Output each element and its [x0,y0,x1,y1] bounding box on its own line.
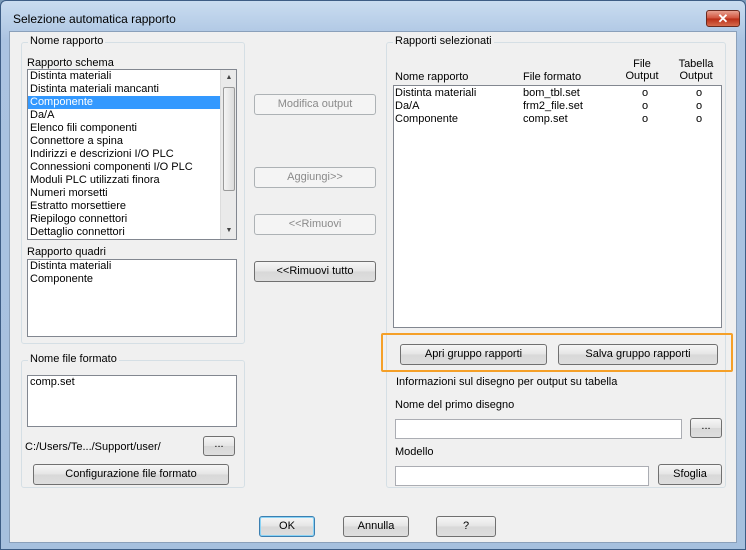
add-button[interactable]: Aggiungi>> [254,167,376,188]
cancel-button[interactable]: Annulla [343,516,409,537]
quadri-report-list[interactable]: Distinta materiali Componente [27,259,237,337]
quadri-report-label: Rapporto quadri [27,246,106,258]
list-item[interactable]: Connessioni componenti I/O PLC [28,161,220,174]
list-item[interactable]: Distinta materiali [28,260,236,273]
list-item[interactable]: Distinta materiali mancanti [28,83,220,96]
report-name-cell: Da/A [395,100,420,112]
template-input[interactable] [395,466,649,486]
list-item[interactable]: Numeri morsetti [28,187,220,200]
column-header-file-output[interactable]: File Output [618,58,666,82]
dialog-client: Nome rapporto Rapporto schema Distinta m… [9,31,737,543]
column-header-report-name[interactable]: Nome rapporto [395,71,468,83]
remove-all-button[interactable]: <<Rimuovi tutto [254,261,376,282]
column-header-table-output[interactable]: Tabella Output [672,58,720,82]
drawing-info-title: Informazioni sul disegno per output su t… [394,376,620,388]
help-button[interactable]: ? [436,516,496,537]
table-row[interactable]: Componente comp.set o o [394,113,721,126]
file-output-cell: o [642,87,649,99]
list-item[interactable]: Riepilogo connettori [28,213,220,226]
sfoglia-button[interactable]: Sfoglia [658,464,722,485]
table-row[interactable]: Distinta materiali bom_tbl.set o o [394,87,721,100]
list-item[interactable]: Distinta materiali [28,70,220,83]
first-drawing-label: Nome del primo disegno [395,399,515,411]
modify-output-button[interactable]: Modifica output [254,94,376,115]
title-bar[interactable]: Selezione automatica rapporto ✕ [1,1,745,31]
format-path-label: C:/Users/Te.../Support/user/ [25,441,161,453]
list-item[interactable]: Connettore a spina [28,135,220,148]
list-item[interactable]: Estratto morsettiere [28,200,220,213]
table-output-header-line1: Tabella [678,58,714,70]
dialog-window: Selezione automatica rapporto ✕ Nome rap… [0,0,746,550]
list-item[interactable]: Componente [28,273,236,286]
scroll-up-arrow-icon[interactable]: ▲ [221,70,236,86]
format-file-cell: frm2_file.set [523,100,583,112]
format-browse-button[interactable]: ... [203,436,235,456]
report-name-cell: Distinta materiali [395,87,477,99]
window-title: Selezione automatica rapporto [13,12,176,26]
close-button[interactable]: ✕ [706,10,740,27]
table-output-cell: o [696,87,703,99]
list-item[interactable]: Da/A [28,109,220,122]
file-output-cell: o [642,100,649,112]
file-output-header-line2: Output [625,70,659,82]
template-label: Modello [395,446,434,458]
list-item[interactable]: Indirizzi e descrizioni I/O PLC [28,148,220,161]
scroll-thumb[interactable] [223,87,235,191]
list-item[interactable]: Componente [28,96,220,109]
format-file-items: comp.set [28,376,236,389]
column-header-format-file[interactable]: File formato [523,71,581,83]
format-file-group-title: Nome file formato [28,353,119,365]
file-output-cell: o [642,113,649,125]
schema-report-items: Distinta materiali Distinta materiali man… [28,70,220,239]
list-item[interactable]: Elenco fili componenti [28,122,220,135]
selected-reports-list[interactable]: Distinta materiali bom_tbl.set o o Da/A frm2_… [393,85,722,328]
first-drawing-browse-button[interactable]: ... [690,418,722,438]
quadri-report-items: Distinta materiali Componente [28,260,236,286]
report-name-cell: Componente [395,113,458,125]
format-file-cell: bom_tbl.set [523,87,580,99]
table-output-cell: o [696,100,703,112]
schema-report-label: Rapporto schema [27,57,114,69]
open-report-group-button[interactable]: Apri gruppo rapporti [400,344,547,365]
format-file-list[interactable]: comp.set [27,375,237,427]
ok-button[interactable]: OK [259,516,315,537]
first-drawing-input[interactable] [395,419,682,439]
format-config-button[interactable]: Configurazione file formato [33,464,229,485]
list-item[interactable]: Dettaglio connettori [28,226,220,239]
remove-button[interactable]: <<Rimuovi [254,214,376,235]
format-file-cell: comp.set [523,113,568,125]
list-item[interactable]: Moduli PLC utilizzati finora [28,174,220,187]
table-output-header-line2: Output [679,70,713,82]
selected-reports-group-title: Rapporti selezionati [393,35,494,47]
schema-report-list[interactable]: Distinta materiali Distinta materiali man… [27,69,237,240]
report-name-group-title: Nome rapporto [28,35,106,47]
save-report-group-button[interactable]: Salva gruppo rapporti [558,344,718,365]
table-output-cell: o [696,113,703,125]
table-row[interactable]: Da/A frm2_file.set o o [394,100,721,113]
file-output-header-line1: File [633,58,651,70]
scroll-down-arrow-icon[interactable]: ▼ [221,223,236,239]
close-icon: ✕ [717,11,729,26]
schema-list-scrollbar[interactable]: ▲ ▼ [220,70,236,239]
list-item[interactable]: comp.set [28,376,236,389]
